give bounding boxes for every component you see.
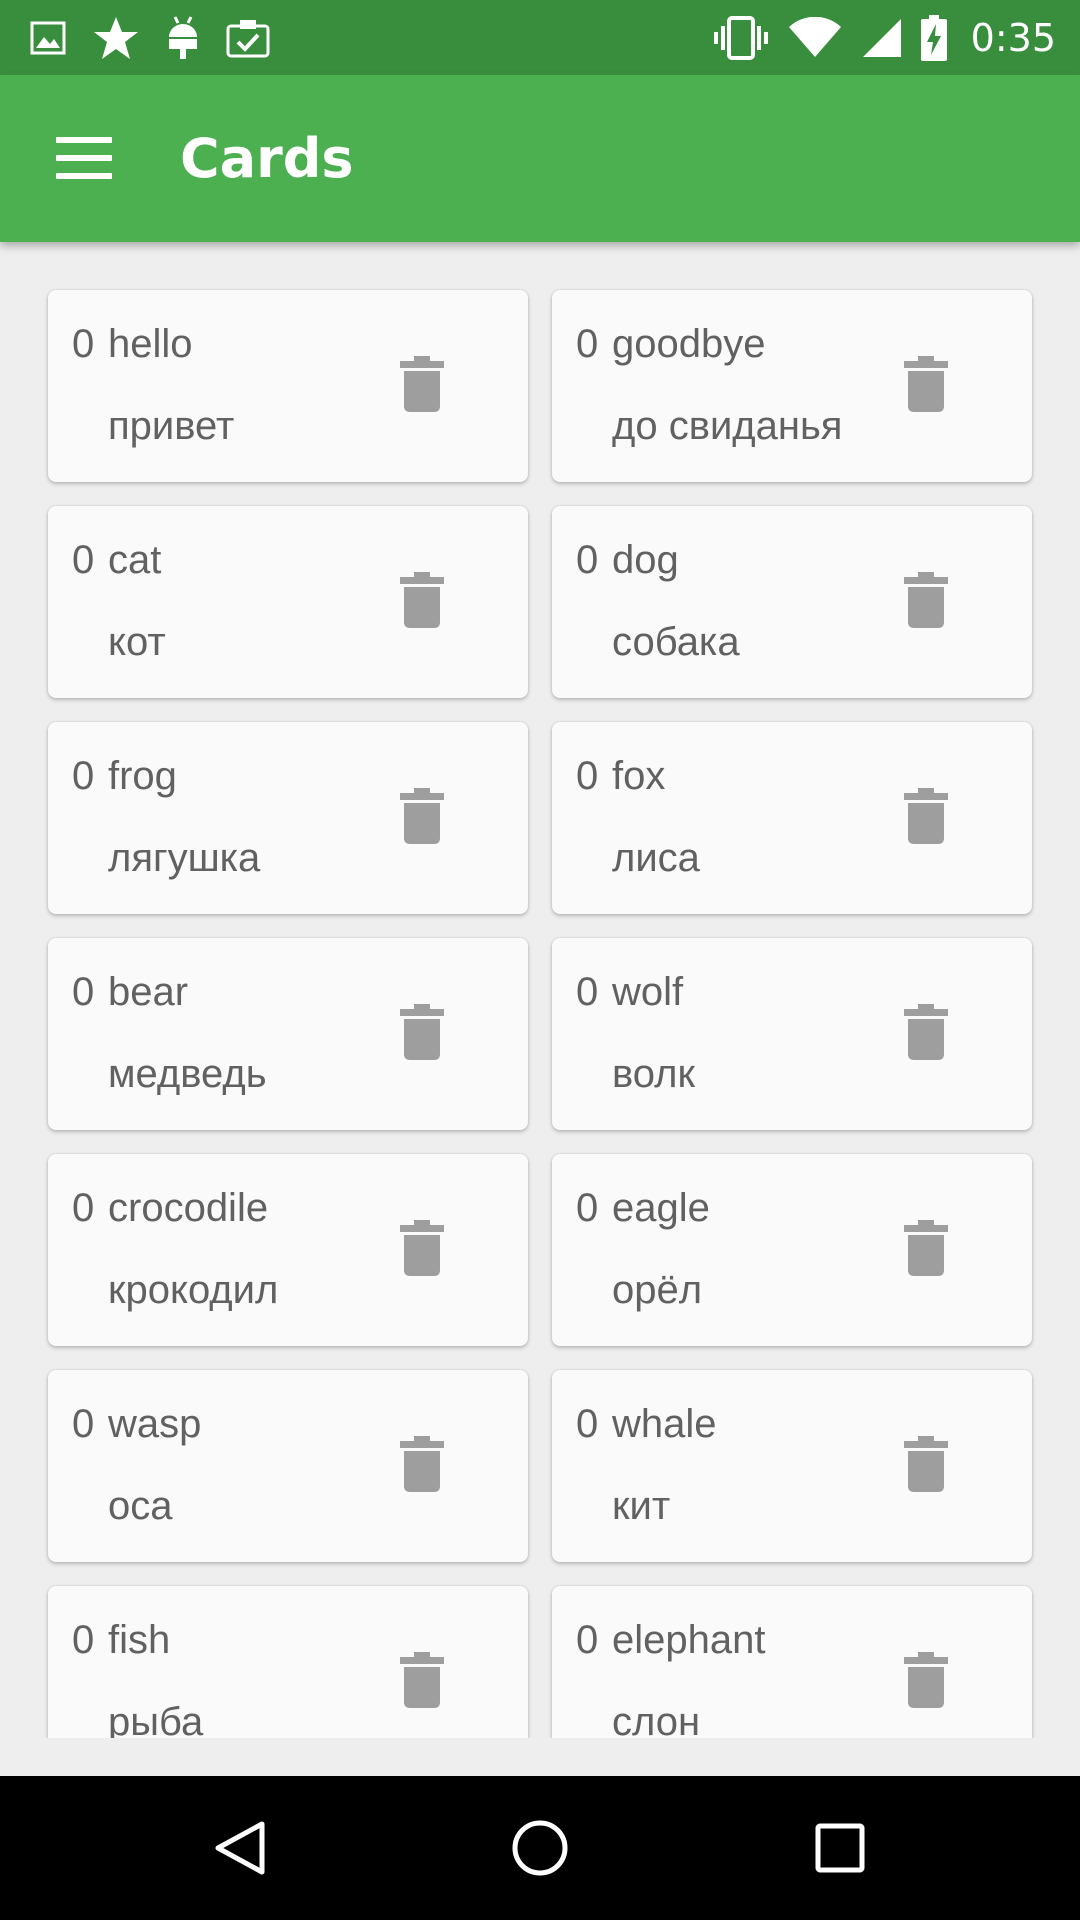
navigation-bar — [0, 1776, 1080, 1920]
app-bar: Cards — [0, 75, 1080, 242]
trash-icon[interactable] — [904, 1436, 948, 1492]
image-icon — [30, 21, 66, 55]
status-time: 0:35 — [970, 16, 1056, 60]
wifi-icon — [787, 17, 843, 59]
card-list[interactable]: 0 hello привет 0 goodbye до свиданья 0 cat кот 0 d… — [0, 242, 1080, 1738]
trash-icon[interactable] — [400, 1220, 444, 1276]
card-count: 0 — [576, 322, 599, 366]
system-icons: 0:35 — [713, 12, 1056, 64]
clipboard-check-icon — [226, 18, 270, 58]
card-translation: орёл — [612, 1268, 703, 1312]
card-count: 0 — [576, 538, 599, 582]
card-count: 0 — [576, 1186, 599, 1230]
trash-icon[interactable] — [904, 1004, 948, 1060]
card-count: 0 — [72, 1402, 95, 1446]
trash-icon[interactable] — [904, 572, 948, 628]
card-count: 0 — [72, 322, 95, 366]
card-word: bear — [108, 970, 189, 1014]
trash-icon[interactable] — [904, 1220, 948, 1276]
trash-icon[interactable] — [904, 1652, 948, 1708]
home-icon[interactable] — [510, 1818, 570, 1878]
word-card[interactable]: 0 bear медведь — [48, 938, 528, 1130]
card-word: elephant — [612, 1618, 766, 1662]
card-count: 0 — [72, 538, 95, 582]
card-translation: кит — [612, 1484, 671, 1528]
card-word: crocodile — [108, 1186, 269, 1230]
word-card[interactable]: 0 hello привет — [48, 290, 528, 482]
status-bar: 0:35 — [0, 0, 1080, 75]
card-translation: слон — [612, 1700, 701, 1738]
battery-charging-icon — [920, 15, 947, 61]
word-card[interactable]: 0 fish рыба — [48, 1586, 528, 1738]
card-count: 0 — [576, 970, 599, 1014]
trash-icon[interactable] — [400, 788, 444, 844]
card-word: frog — [108, 754, 177, 798]
star-icon — [92, 15, 140, 61]
card-translation: крокодил — [108, 1268, 279, 1312]
word-card[interactable]: 0 wasp оса — [48, 1370, 528, 1562]
trash-icon[interactable] — [904, 788, 948, 844]
page-title: Cards — [180, 127, 354, 190]
card-word: goodbye — [612, 322, 766, 366]
card-grid: 0 hello привет 0 goodbye до свиданья 0 cat кот 0 d… — [48, 290, 1032, 1738]
android-icon — [166, 15, 200, 61]
card-count: 0 — [72, 754, 95, 798]
card-translation: собака — [612, 620, 740, 664]
menu-icon[interactable] — [56, 137, 112, 179]
card-word: cat — [108, 538, 162, 582]
vibrate-icon — [713, 16, 769, 60]
card-translation: кот — [108, 620, 166, 664]
card-translation: до свиданья — [612, 404, 843, 448]
word-card[interactable]: 0 cat кот — [48, 506, 528, 698]
card-count: 0 — [72, 970, 95, 1014]
card-word: whale — [612, 1402, 717, 1446]
word-card[interactable]: 0 frog лягушка — [48, 722, 528, 914]
card-count: 0 — [576, 754, 599, 798]
trash-icon[interactable] — [904, 356, 948, 412]
card-translation: волк — [612, 1052, 696, 1096]
card-word: fish — [108, 1618, 171, 1662]
trash-icon[interactable] — [400, 572, 444, 628]
back-icon[interactable] — [210, 1818, 270, 1878]
card-count: 0 — [576, 1618, 599, 1662]
card-count: 0 — [72, 1186, 95, 1230]
card-word: hello — [108, 322, 193, 366]
card-translation: медведь — [108, 1052, 267, 1096]
trash-icon[interactable] — [400, 1004, 444, 1060]
word-card[interactable]: 0 crocodile крокодил — [48, 1154, 528, 1346]
card-translation: лиса — [612, 836, 700, 880]
card-translation: привет — [108, 404, 235, 448]
word-card[interactable]: 0 eagle орёл — [552, 1154, 1032, 1346]
cell-signal-icon — [861, 17, 903, 59]
card-count: 0 — [72, 1618, 95, 1662]
card-count: 0 — [576, 1402, 599, 1446]
card-word: fox — [612, 754, 666, 798]
notification-icons — [30, 12, 270, 64]
word-card[interactable]: 0 dog собака — [552, 506, 1032, 698]
card-word: eagle — [612, 1186, 710, 1230]
trash-icon[interactable] — [400, 1652, 444, 1708]
recents-icon[interactable] — [810, 1818, 870, 1878]
trash-icon[interactable] — [400, 1436, 444, 1492]
card-word: wasp — [108, 1402, 202, 1446]
word-card[interactable]: 0 elephant слон — [552, 1586, 1032, 1738]
word-card[interactable]: 0 wolf волк — [552, 938, 1032, 1130]
trash-icon[interactable] — [400, 356, 444, 412]
card-translation: оса — [108, 1484, 173, 1528]
card-word: wolf — [612, 970, 684, 1014]
card-word: dog — [612, 538, 679, 582]
word-card[interactable]: 0 fox лиса — [552, 722, 1032, 914]
word-card[interactable]: 0 whale кит — [552, 1370, 1032, 1562]
card-translation: лягушка — [108, 836, 261, 880]
card-translation: рыба — [108, 1700, 204, 1738]
word-card[interactable]: 0 goodbye до свиданья — [552, 290, 1032, 482]
